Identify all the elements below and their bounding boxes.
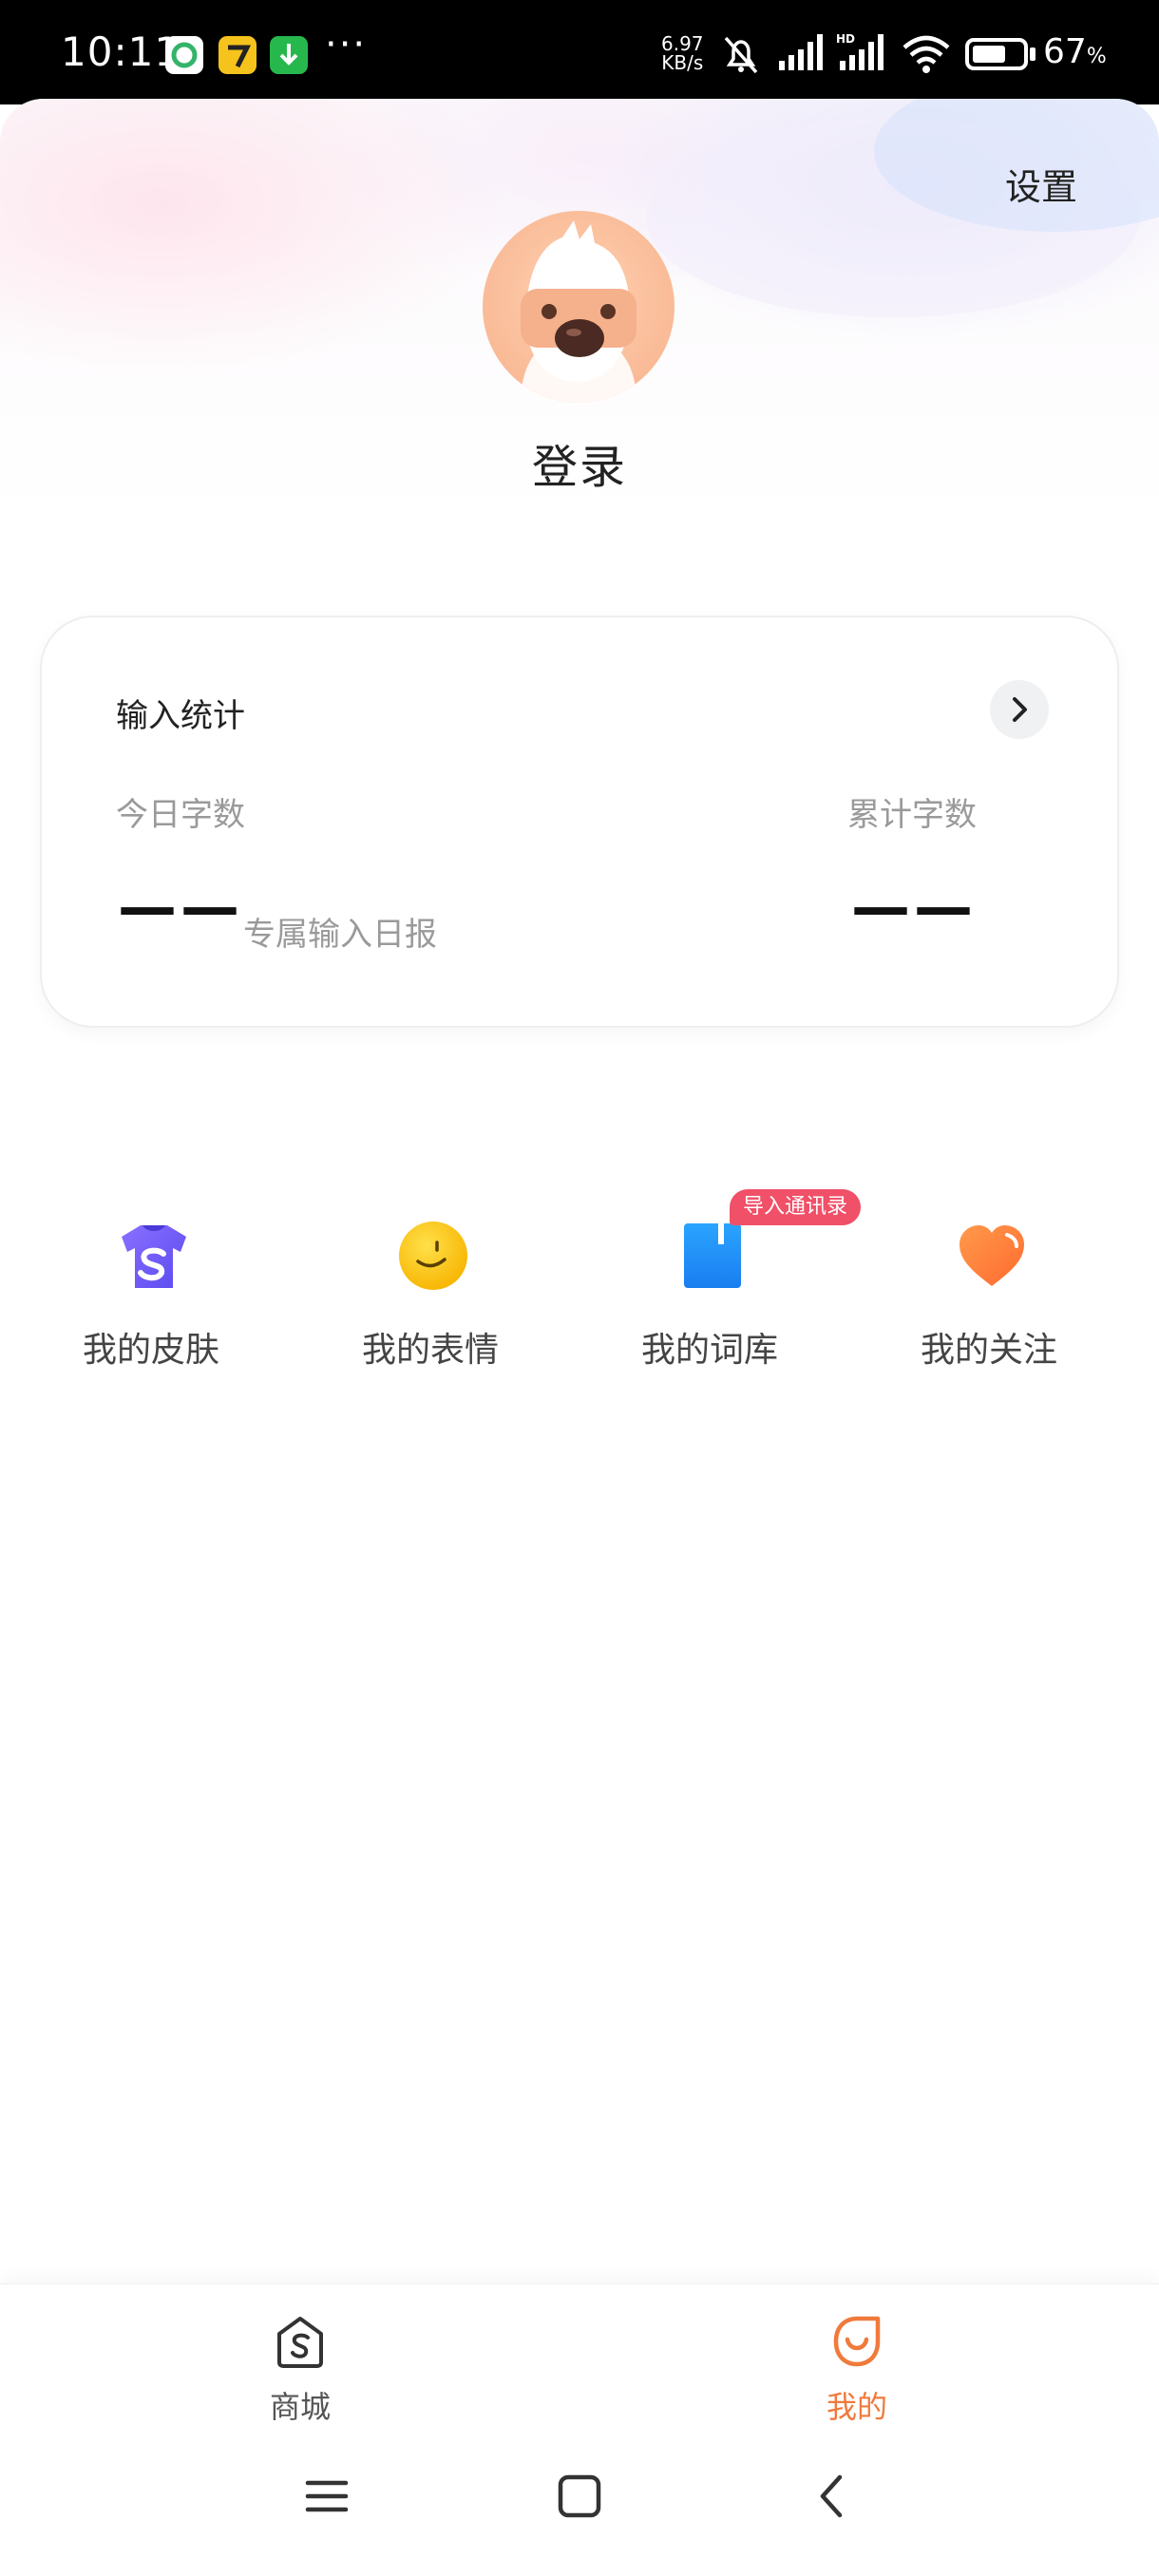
tab-store[interactable]: 商城	[234, 2313, 367, 2427]
my-dictionary-label: 我的词库	[640, 1331, 778, 1370]
my-follows-label: 我的关注	[920, 1331, 1057, 1370]
my-emoji-label: 我的表情	[361, 1331, 499, 1370]
today-count-label: 今日字数	[116, 796, 245, 834]
tab-mine[interactable]: 我的	[790, 2313, 923, 2427]
battery-percent: 67%	[1043, 32, 1107, 71]
my-emoji-button[interactable]: 我的表情	[291, 1220, 570, 1381]
daily-report-link[interactable]: 专属输入日报	[243, 908, 437, 955]
wifi-icon	[901, 32, 952, 78]
status-time: 10:11	[61, 28, 181, 75]
smiley-icon	[397, 1220, 469, 1292]
login-button[interactable]: 登录	[0, 429, 1159, 496]
chevron-right-icon[interactable]	[990, 680, 1049, 739]
today-count-value: ——	[118, 872, 243, 941]
download-notification-icon	[270, 36, 308, 74]
mute-bell-icon	[718, 32, 764, 80]
book-icon	[676, 1220, 749, 1292]
more-notifications-icon: ···	[325, 23, 368, 66]
signal-hd-icon: HD	[836, 32, 891, 76]
total-count-label: 累计字数	[847, 796, 977, 834]
tab-mine-label: 我的	[826, 2389, 887, 2425]
heart-icon	[956, 1220, 1028, 1292]
tab-store-label: 商城	[269, 2389, 331, 2425]
input-stats-card[interactable]: 输入统计 今日字数 累计字数 —— 专属输入日报 ——	[40, 616, 1119, 1028]
network-speed-unit: KB/s	[661, 51, 704, 74]
app-notification-icon	[165, 36, 203, 74]
my-skins-button[interactable]: 我的皮肤	[11, 1220, 291, 1381]
shirt-icon	[118, 1220, 190, 1292]
system-nav-bar	[0, 2426, 1159, 2576]
avatar[interactable]	[483, 211, 674, 403]
my-skins-label: 我的皮肤	[82, 1331, 219, 1370]
back-icon[interactable]	[804, 2468, 861, 2525]
status-bar: 10:11 ··· 6.97 KB/s HD 67%	[0, 0, 1159, 104]
total-count-value: ——	[851, 872, 977, 941]
import-contacts-badge[interactable]: 导入通讯录	[730, 1189, 862, 1225]
menu-icon[interactable]	[298, 2468, 355, 2525]
my-follows-button[interactable]: 我的关注	[849, 1220, 1129, 1381]
battery-icon	[965, 38, 1028, 70]
battery-level	[973, 46, 1005, 63]
network-speed: 6.97 KB/s	[661, 34, 704, 72]
network-speed-value: 6.97	[661, 32, 704, 55]
battery-tip	[1030, 47, 1036, 61]
app-notification-icon	[218, 36, 256, 74]
bottom-tab-bar: 商城 我的	[0, 2283, 1159, 2426]
svg-text:HD: HD	[836, 32, 855, 46]
settings-button[interactable]: 设置	[1005, 158, 1077, 210]
stats-title: 输入统计	[116, 697, 245, 735]
my-dictionary-button[interactable]: 我的词库	[570, 1220, 849, 1381]
home-icon[interactable]	[551, 2468, 608, 2525]
profile-icon	[828, 2313, 885, 2370]
signal-icon	[777, 32, 828, 76]
store-icon	[272, 2313, 329, 2370]
profile-page: 设置 登录 输入统计 今日字数 累计字数 —— 专属输入日报 —— 我的皮肤 我…	[0, 99, 1159, 2283]
